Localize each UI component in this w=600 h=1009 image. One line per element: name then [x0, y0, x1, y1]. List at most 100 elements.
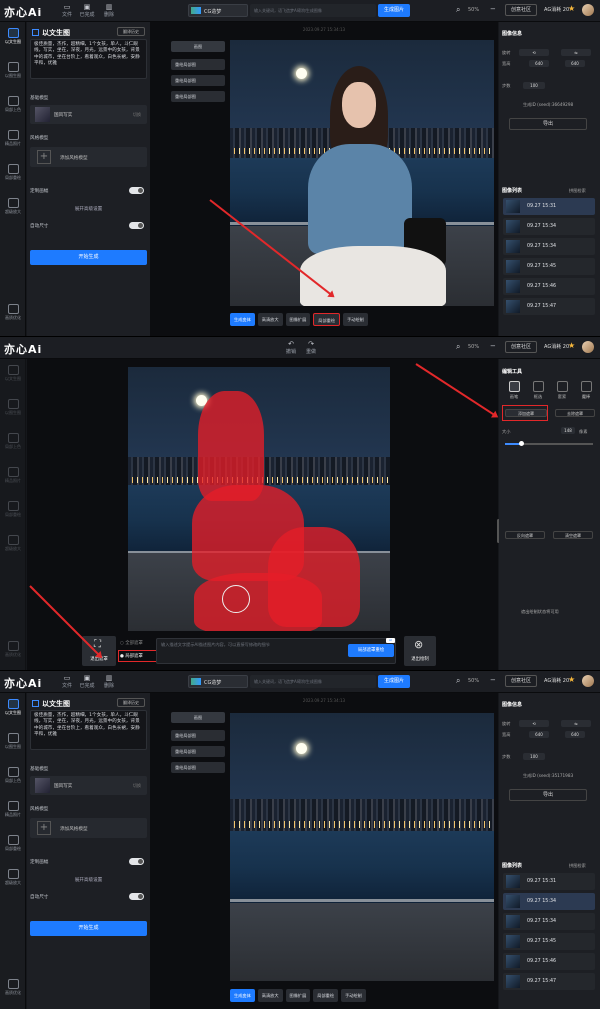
apply-mask-button[interactable]: 局部遮罩重绘 — [348, 644, 394, 657]
auto-size-toggle[interactable] — [129, 222, 144, 229]
history-item[interactable]: 重绘局部图 — [171, 746, 225, 757]
rail-item-upscale[interactable]: 超级放大 — [1, 869, 25, 886]
generate-button[interactable]: 生成图片 — [378, 675, 410, 688]
list-item[interactable]: 09.27 15:34 — [503, 913, 595, 930]
rail-item-photo[interactable]: 精品照片 — [1, 130, 25, 147]
step-input[interactable]: 100 — [523, 753, 545, 760]
flip-control[interactable]: ⇋ — [561, 49, 591, 56]
undo-button[interactable]: ↶ 撤销 — [280, 340, 302, 355]
rail-item-inpaint[interactable]: 局部重绘 — [1, 164, 25, 181]
history-draw[interactable]: 画图 — [171, 712, 225, 723]
list-item[interactable]: 09.27 15:47 — [503, 973, 595, 990]
prompt-input[interactable]: 输入关键词，语飞造梦AI帮你生成图像 — [250, 675, 376, 688]
tool-wand[interactable]: 魔棒 — [575, 381, 597, 400]
rail-item-colorize[interactable]: 局部上色 — [1, 767, 25, 784]
manual-draw-button[interactable]: 手动绘制 — [341, 989, 366, 1002]
search-icon[interactable]: ⌕ — [456, 5, 460, 15]
rail-item-text2img[interactable]: 以文生图 — [1, 28, 25, 45]
result-image[interactable] — [230, 713, 494, 981]
rail-item-inpaint[interactable]: 局部重绘 — [1, 835, 25, 852]
size-slider-handle[interactable] — [519, 441, 524, 446]
star-icon[interactable]: ★ — [568, 675, 575, 684]
zoom-level[interactable]: 50% — [468, 344, 479, 350]
add-style-model[interactable]: + 添加风格模型 — [30, 147, 147, 167]
zoom-level[interactable]: 50% — [468, 7, 479, 13]
generate-button[interactable]: 生成图片 — [378, 4, 410, 17]
height-input[interactable]: 640 — [565, 731, 585, 738]
rail-item-img2img[interactable]: 以图生图 — [1, 733, 25, 750]
community-button[interactable]: 创意社区 — [505, 675, 537, 687]
inpaint-button[interactable]: 局部重绘 — [313, 989, 339, 1002]
rail-item-img2img[interactable]: 以图生图 — [1, 62, 25, 79]
expand-advanced[interactable]: 展开高级设置 — [27, 877, 150, 883]
star-icon[interactable]: ★ — [568, 341, 575, 350]
history-item[interactable]: 重绘局部图 — [171, 59, 225, 70]
width-input[interactable]: 640 — [529, 731, 549, 738]
rail-item-quality[interactable]: 画质优化 — [1, 979, 25, 996]
list-item[interactable]: 09.27 15:31 — [503, 873, 595, 890]
list-item[interactable]: 09.27 15:34 — [503, 218, 595, 235]
rail-item-text2img[interactable]: 以文生图 — [1, 699, 25, 716]
base-model-card[interactable]: 国风写实 切换 — [30, 105, 147, 124]
option-all-mask[interactable]: ○ 全部遮罩 — [120, 640, 143, 646]
export-button[interactable]: 导出 — [509, 118, 587, 130]
history-item[interactable]: 重绘局部图 — [171, 91, 225, 102]
history-tag-button[interactable]: 翻译历史 — [117, 27, 145, 36]
zoom-level[interactable]: 50% — [468, 678, 479, 684]
variant-button[interactable]: 生成变体 — [230, 313, 255, 326]
delete-button[interactable]: ▥ 删除 — [98, 3, 120, 18]
add-style-model[interactable]: + 添加风格模型 — [30, 818, 147, 838]
list-item[interactable]: 09.27 15:46 — [503, 278, 595, 295]
base-model-card[interactable]: 国风写实 切换 — [30, 776, 147, 795]
height-input[interactable]: 640 — [565, 60, 585, 67]
prompt-input[interactable]: 输入关键词，语飞造梦AI帮你生成图像 — [250, 4, 376, 17]
upscale-button[interactable]: 高清放大 — [257, 313, 283, 326]
image-list-action[interactable]: 拼图检索 — [569, 863, 586, 869]
rotate-control[interactable]: ⟲ — [519, 49, 549, 56]
search-icon[interactable]: ⌕ — [456, 342, 460, 352]
expand-image-button[interactable]: 图像扩展 — [285, 313, 311, 326]
width-input[interactable]: 640 — [529, 60, 549, 67]
tool-brush[interactable]: 画笔 — [503, 381, 525, 400]
size-input[interactable]: 148 — [561, 427, 575, 434]
rail-item-upscale[interactable]: 超级放大 — [1, 198, 25, 215]
redo-button[interactable]: ↷ 重做 — [300, 340, 322, 355]
generated-image[interactable] — [230, 40, 494, 306]
rail-item-colorize[interactable]: 局部上色 — [1, 96, 25, 113]
start-generate-button[interactable]: 开始生成 — [30, 921, 147, 936]
history-tag-button[interactable]: 翻译历史 — [117, 698, 145, 707]
avatar[interactable] — [582, 341, 594, 353]
prompt-textarea[interactable]: 极佳质量，杰作，超精细，1个女孩，单人，斗仁眼线，写实，坐在，深夜，月光，远景中… — [30, 39, 147, 79]
mask-image[interactable] — [128, 367, 390, 631]
clear-mask-button[interactable]: 清空遮罩 — [553, 531, 593, 539]
tool-lasso[interactable]: 套索 — [551, 381, 573, 400]
list-item[interactable]: 09.27 15:46 — [503, 953, 595, 970]
prompt-textarea[interactable]: 极佳质量，杰作，超精细，1个女孩，单人，斗仁眼线，写实，坐在，深夜，月光，远景中… — [30, 710, 147, 750]
manual-draw-button[interactable]: 手动绘制 — [343, 313, 368, 326]
rotate-control[interactable]: ⟲ — [519, 720, 549, 727]
custom-size-toggle[interactable] — [129, 858, 144, 865]
minus-icon[interactable]: − — [490, 676, 496, 684]
history-draw[interactable]: 画图 — [171, 41, 225, 52]
minus-icon[interactable]: − — [490, 342, 496, 350]
avatar[interactable] — [582, 675, 594, 687]
community-button[interactable]: 创意社区 — [505, 4, 537, 16]
expand-advanced[interactable]: 展开高级设置 — [27, 206, 150, 212]
delete-button[interactable]: ▥ 删除 — [98, 674, 120, 689]
invert-mask-button[interactable]: 反向遮罩 — [505, 531, 545, 539]
variant-button[interactable]: 生成变体 — [230, 989, 255, 1002]
exit-draw-button[interactable]: ⊗ 退出绘制 — [404, 636, 436, 666]
list-item[interactable]: 09.27 15:31 — [503, 198, 595, 215]
model-select[interactable]: CG造梦 — [188, 4, 248, 17]
step-input[interactable]: 100 — [523, 82, 545, 89]
list-item[interactable]: 09.27 15:45 — [503, 933, 595, 950]
upscale-button[interactable]: 高清放大 — [257, 989, 283, 1002]
avatar[interactable] — [582, 4, 594, 16]
history-item[interactable]: 重绘局部图 — [171, 75, 225, 86]
done-button[interactable]: ▣ 已完成 — [76, 3, 98, 18]
done-button[interactable]: ▣ 已完成 — [76, 674, 98, 689]
rail-item-quality[interactable]: 画质优化 — [1, 304, 25, 321]
inpaint-button[interactable]: 局部重绘 — [313, 313, 341, 326]
image-list-action[interactable]: 拼图检索 — [569, 188, 586, 194]
star-icon[interactable]: ★ — [568, 4, 575, 13]
